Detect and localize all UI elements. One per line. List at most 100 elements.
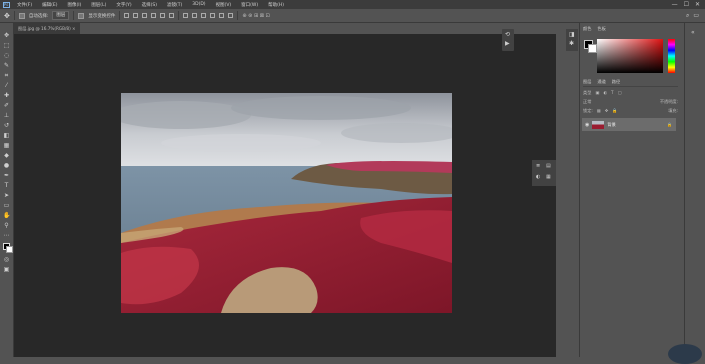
type-tool-icon[interactable]: T [3,182,10,189]
more-tools-icon[interactable]: ⋯ [3,232,10,239]
hand-tool-icon[interactable]: ✋ [3,212,10,219]
layer-name[interactable]: 背景 [607,122,615,128]
filter-adjustment-icon[interactable]: ◐ [603,90,607,95]
healing-brush-tool-icon[interactable]: ✚ [3,92,10,99]
align-top-icon[interactable] [151,13,157,18]
screen-mode-icon[interactable]: ▣ [3,266,10,273]
divider [119,11,121,20]
close-button[interactable]: ✕ [695,1,700,8]
layer-kind-filter[interactable]: 类型 [583,90,591,96]
floating-widget[interactable] [668,344,702,364]
menu-bar: Ps 文件(F) 编辑(E) 图像(I) 图层(L) 文字(Y) 选择(S) 滤… [0,0,705,9]
brush-tool-icon[interactable]: ✐ [3,102,10,109]
color-picker-field[interactable] [597,39,663,73]
rectangle-tool-icon[interactable]: ▭ [3,202,10,209]
gradient-tool-icon[interactable]: ▦ [3,142,10,149]
align-center-icon[interactable] [133,13,139,18]
align-left-icon[interactable] [124,13,130,18]
distribute-center-icon[interactable] [219,13,225,18]
minimize-button[interactable]: — [672,1,678,8]
eyedropper-tool-icon[interactable]: ⁄ [3,82,10,89]
eraser-tool-icon[interactable]: ◧ [3,132,10,139]
lock-all-icon[interactable]: 🔒 [612,108,617,114]
distribute-top-icon[interactable] [183,13,189,18]
menu-file[interactable]: 文件(F) [12,2,37,8]
divider [73,11,75,20]
auto-select-checkbox[interactable] [18,12,25,19]
search-icon[interactable]: ⌕ [686,12,689,20]
brush-settings-icon[interactable]: ◐ [536,174,540,180]
quick-mask-icon[interactable]: ◎ [3,256,10,263]
lock-pixels-icon[interactable]: ▦ [597,108,601,113]
zoom-tool-icon[interactable]: ⚲ [3,222,10,229]
filter-shape-icon[interactable]: ▢ [618,90,622,95]
document-tab[interactable]: 图层.jpg @ 16.7%(RGB/8) × [14,23,80,34]
show-transform-checkbox[interactable] [78,12,85,19]
maximize-button[interactable]: ☐ [684,1,689,8]
distribute-left-icon[interactable] [210,13,216,18]
menu-type[interactable]: 文字(Y) [111,2,136,8]
filter-type-icon[interactable]: T [611,90,614,95]
tab-layers[interactable]: 图层 [583,79,591,85]
3d-mode-icon[interactable]: ⊕ ⊛ ⊞ ⊠ ⊡ [242,13,269,19]
menu-view[interactable]: 视图(V) [211,2,237,8]
color-panel-strip[interactable]: ◨ ✱ [566,29,578,51]
crop-tool-icon[interactable]: ⌗ [3,72,10,79]
filter-pixel-icon[interactable]: ▣ [595,90,599,95]
quick-select-tool-icon[interactable]: ✎ [3,62,10,69]
app-logo[interactable]: Ps [0,0,12,9]
blend-mode-dropdown[interactable]: 正常 [583,99,591,105]
blur-tool-icon[interactable]: ◆ [3,152,10,159]
tools-panel: ✥ ⬚ ◌ ✎ ⌗ ⁄ ✚ ✐ ⊥ ↺ ◧ ▦ ◆ ● ✒ T ➤ ▭ ✋ ⚲ … [0,23,14,357]
lock-label: 锁定: [583,107,593,113]
workspace-icon[interactable]: ▭ [693,12,699,19]
align-middle-icon[interactable] [160,13,166,18]
path-select-tool-icon[interactable]: ➤ [3,192,10,199]
properties-icon[interactable]: ≣ [536,163,540,169]
tab-color[interactable]: 颜色 [583,26,591,32]
layer-row-background[interactable]: ◉ 背景 🔒 [582,118,676,131]
lock-position-icon[interactable]: ✥ [605,108,609,113]
menu-window[interactable]: 窗口(W) [236,2,263,8]
marquee-tool-icon[interactable]: ⬚ [3,42,10,49]
swatch-icon[interactable]: ▦ [546,174,551,180]
move-tool-icon[interactable]: ✥ [3,32,10,39]
history-icon[interactable]: ⟲ [505,31,510,38]
menu-image[interactable]: 图像(I) [62,2,86,8]
background-color-swatch[interactable] [6,246,13,253]
tab-channels[interactable]: 通道 [597,79,605,85]
color-icon[interactable]: ◨ [569,31,575,38]
document-canvas[interactable] [121,93,452,313]
hue-slider[interactable] [668,39,675,73]
tab-swatches[interactable]: 色板 [597,26,605,32]
move-tool-icon[interactable]: ✥ [4,12,10,20]
distribute-right-icon[interactable] [228,13,234,18]
learn-icon[interactable]: ✱ [569,40,574,47]
align-right-icon[interactable] [142,13,148,18]
color-panel-tabs: 颜色 色板 [583,26,606,32]
align-bottom-icon[interactable] [169,13,175,18]
adjustments-icon[interactable]: ▤ [546,163,551,169]
menu-select[interactable]: 选择(S) [137,2,162,8]
lasso-tool-icon[interactable]: ◌ [3,52,10,59]
dodge-tool-icon[interactable]: ● [3,162,10,169]
menu-edit[interactable]: 编辑(E) [37,2,62,8]
menu-layer[interactable]: 图层(L) [86,2,111,8]
properties-panel-strip[interactable]: ≣ ▤ ◐ ▦ [532,160,556,186]
visibility-eye-icon[interactable]: ◉ [585,122,589,128]
menu-3d[interactable]: 3D(D) [187,2,210,7]
menu-filter[interactable]: 滤镜(T) [162,2,187,8]
auto-select-dropdown[interactable]: 图层 [52,11,70,20]
distribute-bottom-icon[interactable] [201,13,207,18]
background-color-chip[interactable] [588,44,597,53]
history-brush-tool-icon[interactable]: ↺ [3,122,10,129]
clone-stamp-tool-icon[interactable]: ⊥ [3,112,10,119]
history-panel-strip[interactable]: ⟲ ▶ [502,29,514,51]
menu-help[interactable]: 帮助(H) [263,2,289,8]
layer-lock-icon: 🔒 [667,122,672,127]
tab-paths[interactable]: 路径 [612,79,620,85]
collapse-panels-icon[interactable]: « [691,29,695,36]
pen-tool-icon[interactable]: ✒ [3,172,10,179]
play-icon[interactable]: ▶ [505,40,510,47]
distribute-middle-icon[interactable] [192,13,198,18]
